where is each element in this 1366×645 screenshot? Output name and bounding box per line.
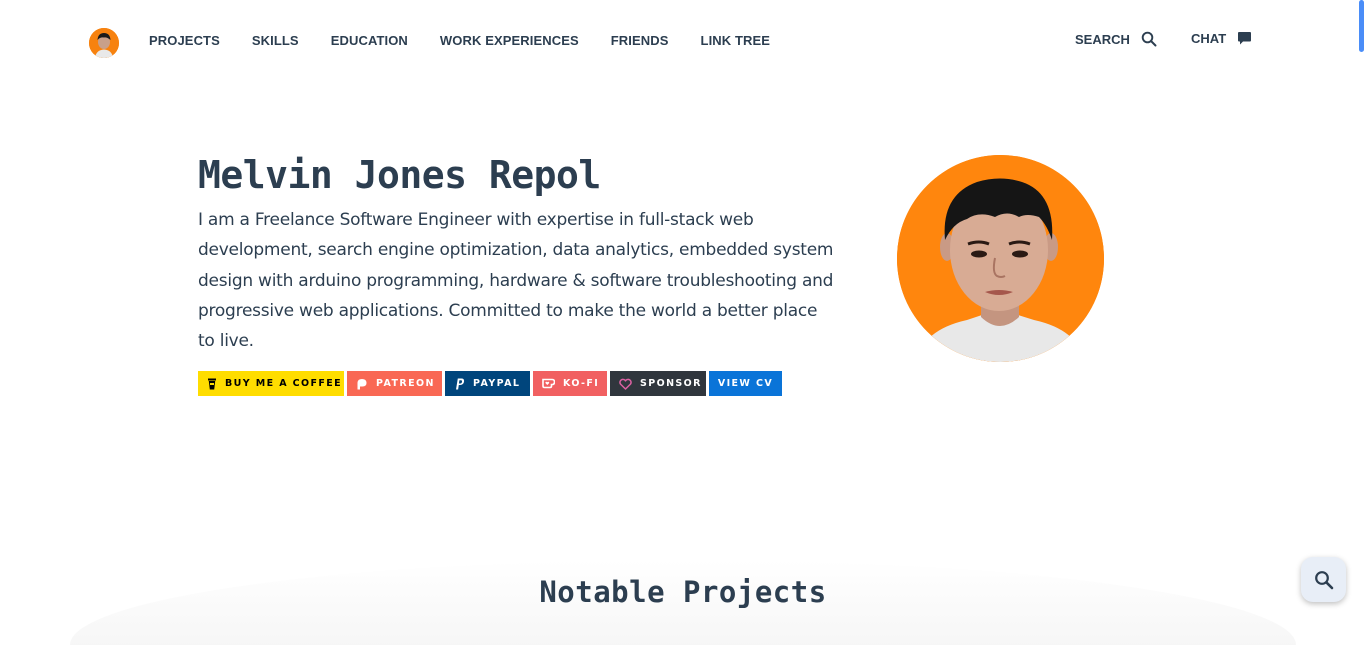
nav-avatar[interactable] <box>89 28 119 58</box>
paypal-badge[interactable]: PAYPAL <box>445 371 530 396</box>
search-button[interactable]: SEARCH <box>1075 31 1157 47</box>
paypal-icon <box>456 378 465 389</box>
search-label: SEARCH <box>1075 31 1130 47</box>
floating-search-button[interactable] <box>1301 557 1346 602</box>
chat-bubble-icon <box>1238 32 1252 45</box>
heart-icon <box>619 378 632 390</box>
chat-button[interactable]: CHAT <box>1191 31 1252 46</box>
notable-projects-heading: Notable Projects <box>539 575 827 609</box>
buy-me-a-coffee-label: BUY ME A COFFEE <box>225 378 343 389</box>
paypal-label: PAYPAL <box>473 378 521 389</box>
nav-link-work-experiences[interactable]: WORK EXPERIENCES <box>440 33 579 48</box>
search-icon <box>1141 31 1157 47</box>
chat-label: CHAT <box>1191 31 1227 46</box>
sponsor-label: SPONSOR <box>640 378 702 389</box>
avatar-portrait-icon <box>89 28 119 58</box>
top-navbar: PROJECTS SKILLS EDUCATION WORK EXPERIENC… <box>0 0 1366 80</box>
profile-portrait-icon <box>897 155 1104 362</box>
search-icon <box>1314 570 1333 589</box>
profile-photo <box>897 155 1104 362</box>
buy-me-a-coffee-badge[interactable]: BUY ME A COFFEE <box>198 371 344 396</box>
patreon-badge[interactable]: PATREON <box>347 371 442 396</box>
ko-fi-icon <box>542 378 555 389</box>
sponsor-badge[interactable]: SPONSOR <box>610 371 706 396</box>
nav-link-friends[interactable]: FRIENDS <box>611 33 669 48</box>
ko-fi-label: KO-FI <box>563 378 600 389</box>
ko-fi-badge[interactable]: KO-FI <box>533 371 607 396</box>
view-cv-badge[interactable]: VIEW CV <box>709 371 782 396</box>
nav-links: PROJECTS SKILLS EDUCATION WORK EXPERIENC… <box>149 33 802 48</box>
support-badges: BUY ME A COFFEE PATREON PAYPAL KO-FI SPO… <box>198 371 782 396</box>
patreon-icon <box>357 378 367 389</box>
patreon-label: PATREON <box>376 378 435 389</box>
nav-link-education[interactable]: EDUCATION <box>331 33 408 48</box>
nav-link-link-tree[interactable]: LINK TREE <box>701 33 771 48</box>
coffee-cup-icon <box>208 378 216 389</box>
nav-link-skills[interactable]: SKILLS <box>252 33 299 48</box>
hero-bio: I am a Freelance Software Engineer with … <box>198 210 834 352</box>
hero-name: Melvin Jones Repol <box>198 153 601 197</box>
nav-link-projects[interactable]: PROJECTS <box>149 33 220 48</box>
scroll-indicator[interactable] <box>1359 0 1364 52</box>
